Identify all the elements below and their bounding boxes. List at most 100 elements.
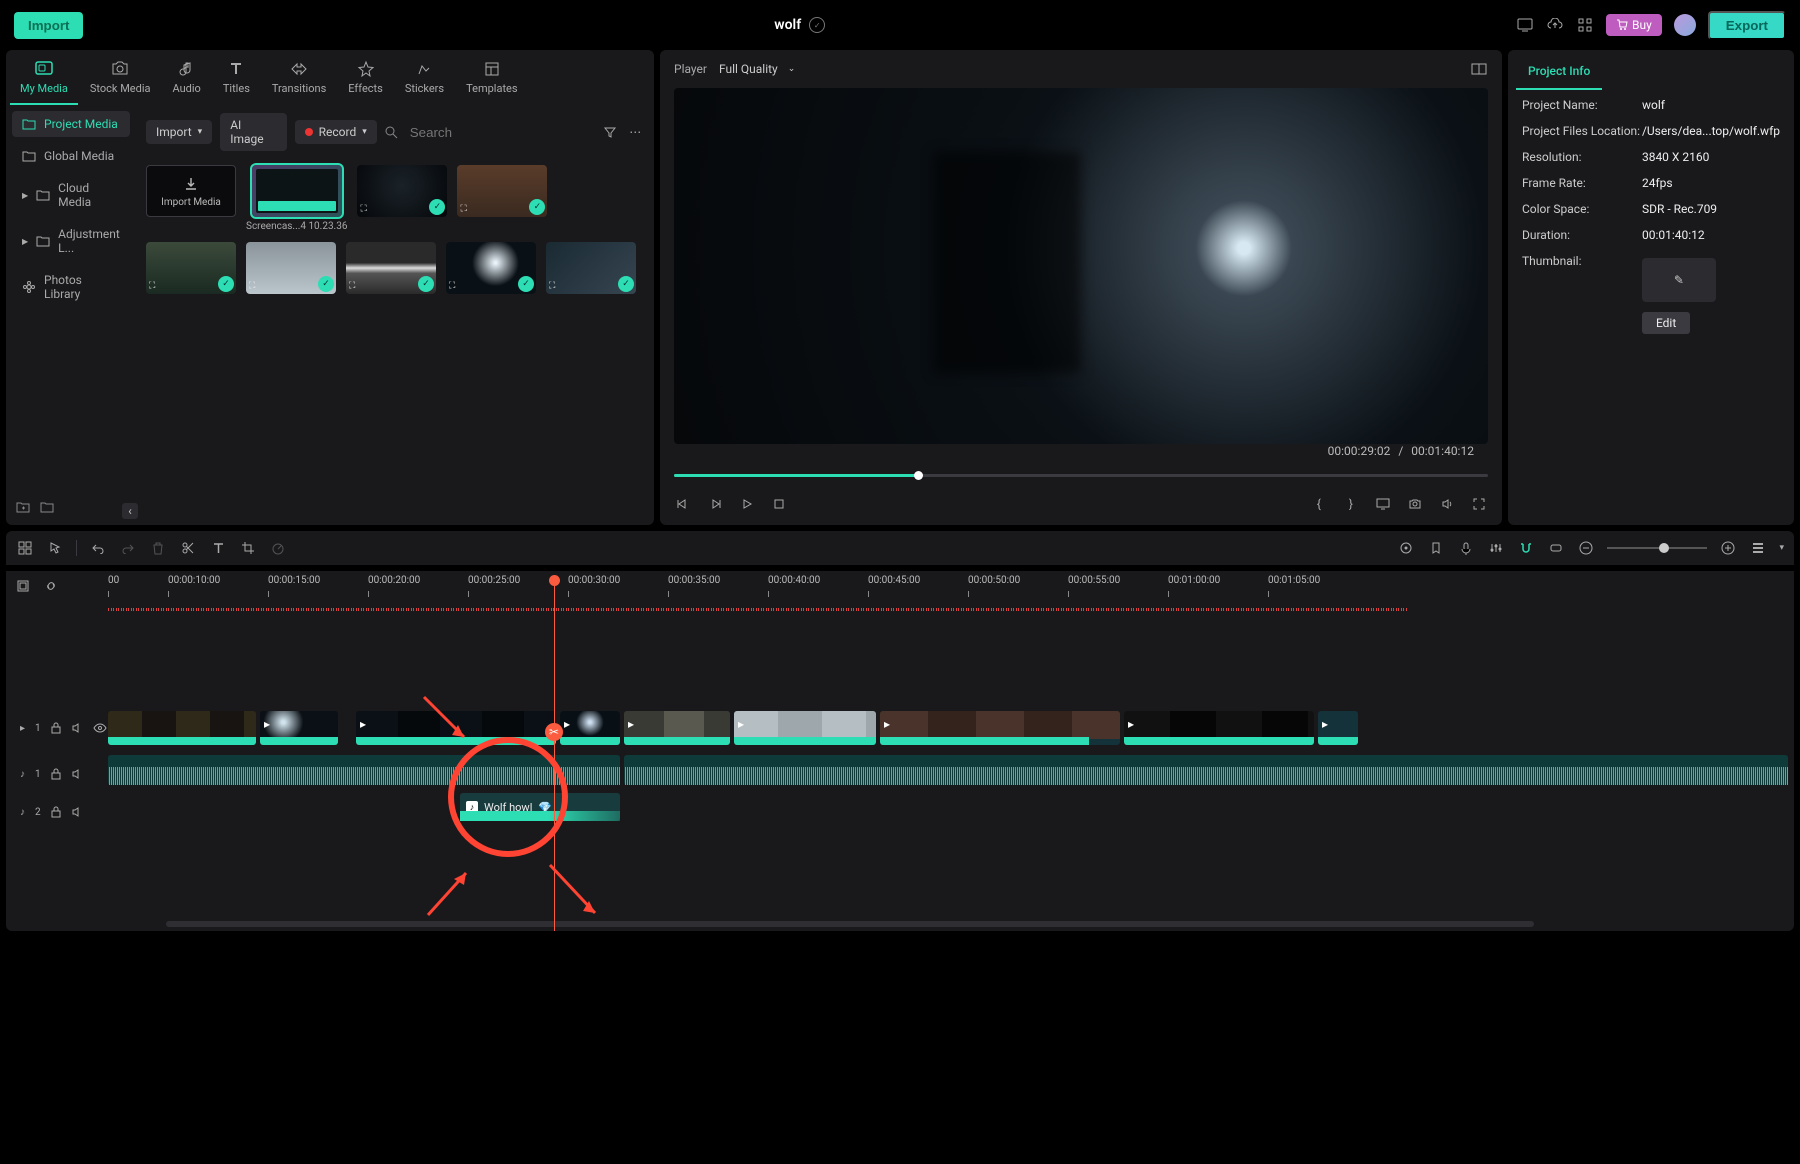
ai-image-button[interactable]: AI Image [220, 113, 286, 151]
video-clip[interactable]: ▸ [356, 711, 556, 745]
sidebar-collapse-icon[interactable]: ‹ [122, 503, 138, 519]
tab-stickers[interactable]: Stickers [395, 56, 454, 105]
video-clip[interactable]: ▸ [260, 711, 338, 745]
tab-effects[interactable]: Effects [338, 56, 393, 105]
speed-icon[interactable] [269, 539, 287, 557]
more-icon[interactable]: ⋯ [626, 123, 644, 141]
video-clip[interactable]: ▸ [624, 711, 730, 745]
mute-icon[interactable] [71, 806, 83, 818]
zoom-handle[interactable] [1659, 543, 1669, 553]
timeline-ruler[interactable]: 00 00:00:10:0000:00:15:0000:00:20:0000:0… [108, 575, 1788, 599]
snapshot-compare-icon[interactable] [1470, 60, 1488, 78]
lock-icon[interactable] [51, 768, 61, 780]
display-icon[interactable] [1374, 495, 1392, 513]
media-thumb[interactable]: ⛶✓ [146, 242, 236, 294]
voiceover-icon[interactable] [1457, 539, 1475, 557]
split-icon[interactable] [179, 539, 197, 557]
brace-open-icon[interactable]: { [1310, 495, 1328, 513]
playhead[interactable]: ✂ [554, 575, 555, 931]
crop-icon[interactable] [239, 539, 257, 557]
color-icon[interactable] [1397, 539, 1415, 557]
thumbnail-preview[interactable]: ✎ [1642, 258, 1716, 302]
project-info-tab[interactable]: Project Info [1516, 54, 1602, 90]
tab-stock-media[interactable]: Stock Media [80, 56, 161, 105]
zoom-slider[interactable] [1607, 547, 1707, 549]
import-dropdown[interactable]: Import▾ [146, 120, 212, 144]
new-bin-icon[interactable] [40, 501, 54, 513]
apps-grid-icon[interactable] [1576, 16, 1594, 34]
import-media-tile[interactable]: Import Media [146, 165, 236, 217]
tab-templates[interactable]: Templates [456, 56, 527, 105]
delete-icon[interactable] [149, 539, 167, 557]
timeline-link-icon[interactable] [42, 577, 60, 595]
buy-button[interactable]: Buy [1606, 14, 1662, 36]
filter-icon[interactable] [601, 123, 619, 141]
device-preview-icon[interactable] [1516, 16, 1534, 34]
lock-icon[interactable] [51, 722, 61, 734]
tab-transitions[interactable]: Transitions [262, 56, 336, 105]
zoom-out-icon[interactable] [1577, 539, 1595, 557]
audio1-track-head[interactable]: ♪1 [6, 755, 108, 793]
next-frame-icon[interactable] [706, 495, 724, 513]
edit-button[interactable]: Edit [1642, 312, 1690, 334]
sidebar-item-project-media[interactable]: Project Media [12, 111, 130, 137]
video-track-head[interactable]: ▸1 [6, 709, 108, 747]
media-thumb[interactable]: ⛶✓ [346, 242, 436, 294]
play-icon[interactable] [738, 495, 756, 513]
media-thumb[interactable]: ⛶✓ [246, 242, 336, 294]
video-clip[interactable]: ▸ [560, 711, 620, 745]
sidebar-item-global-media[interactable]: Global Media [12, 143, 130, 169]
eye-icon[interactable] [93, 723, 107, 733]
lock-icon[interactable] [51, 806, 61, 818]
media-thumb[interactable]: ⛶✓ [546, 242, 636, 294]
text-icon[interactable] [209, 539, 227, 557]
redo-icon[interactable] [119, 539, 137, 557]
video-clip[interactable]: ▸ [880, 711, 1120, 745]
tab-my-media[interactable]: My Media [10, 56, 78, 105]
audio2-clip[interactable]: ♪ Wolf howl 💎 [460, 793, 620, 821]
mixer-icon[interactable] [1487, 539, 1505, 557]
brace-close-icon[interactable]: } [1342, 495, 1360, 513]
progress-handle[interactable] [914, 471, 923, 480]
video-clip[interactable]: ▸ [1318, 711, 1358, 745]
media-thumb[interactable]: ⛶✓ [457, 165, 547, 217]
player-progress[interactable] [674, 474, 1488, 477]
timeline-scrollbar[interactable] [166, 921, 1534, 927]
sidebar-item-adjustment[interactable]: ▶ Adjustment L... [12, 221, 130, 261]
video-clip[interactable] [108, 711, 256, 745]
video-clip[interactable]: ▸ [734, 711, 876, 745]
avatar[interactable] [1674, 14, 1696, 36]
player-viewport[interactable] [674, 88, 1488, 444]
tab-audio[interactable]: Audio [163, 56, 211, 105]
tracks-area[interactable]: ▸ ▸ ▸ ▸ ▸ ▸ ▸ ▸ ♪ Wolf howl 💎 ✂ [108, 603, 1788, 919]
magnet-icon[interactable] [1517, 539, 1535, 557]
media-thumb-selected[interactable] [252, 165, 342, 217]
prev-frame-icon[interactable] [674, 495, 692, 513]
search-input[interactable] [404, 121, 593, 144]
media-thumb[interactable]: ⛶✓ [357, 165, 447, 217]
track-height-icon[interactable] [1749, 539, 1767, 557]
fullscreen-icon[interactable] [1470, 495, 1488, 513]
layout-icon[interactable] [16, 539, 34, 557]
zoom-in-icon[interactable] [1719, 539, 1737, 557]
media-thumb[interactable]: ⛶✓ [446, 242, 536, 294]
record-dropdown[interactable]: Record▾ [295, 120, 377, 144]
import-button[interactable]: Import [14, 12, 83, 39]
sidebar-item-cloud-media[interactable]: ▶ Cloud Media [12, 175, 130, 215]
stop-icon[interactable] [770, 495, 788, 513]
cloud-sync-icon[interactable]: ✓ [809, 17, 825, 33]
quality-dropdown[interactable]: Full Quality ⌄ [719, 62, 795, 76]
video-clip[interactable]: ▸ [1124, 711, 1314, 745]
timeline-clip-icon[interactable] [14, 577, 32, 595]
scissors-icon[interactable]: ✂ [545, 723, 563, 741]
new-folder-icon[interactable] [16, 501, 30, 513]
chevron-down-icon[interactable]: ▾ [1779, 543, 1784, 553]
marker-icon[interactable] [1427, 539, 1445, 557]
mute-icon[interactable] [71, 722, 83, 734]
tab-titles[interactable]: Titles [213, 56, 260, 105]
mute-icon[interactable] [71, 768, 83, 780]
undo-icon[interactable] [89, 539, 107, 557]
sidebar-item-photos[interactable]: Photos Library [12, 267, 130, 307]
link-icon[interactable] [1547, 539, 1565, 557]
audio2-track-head[interactable]: ♪2 [6, 793, 108, 831]
